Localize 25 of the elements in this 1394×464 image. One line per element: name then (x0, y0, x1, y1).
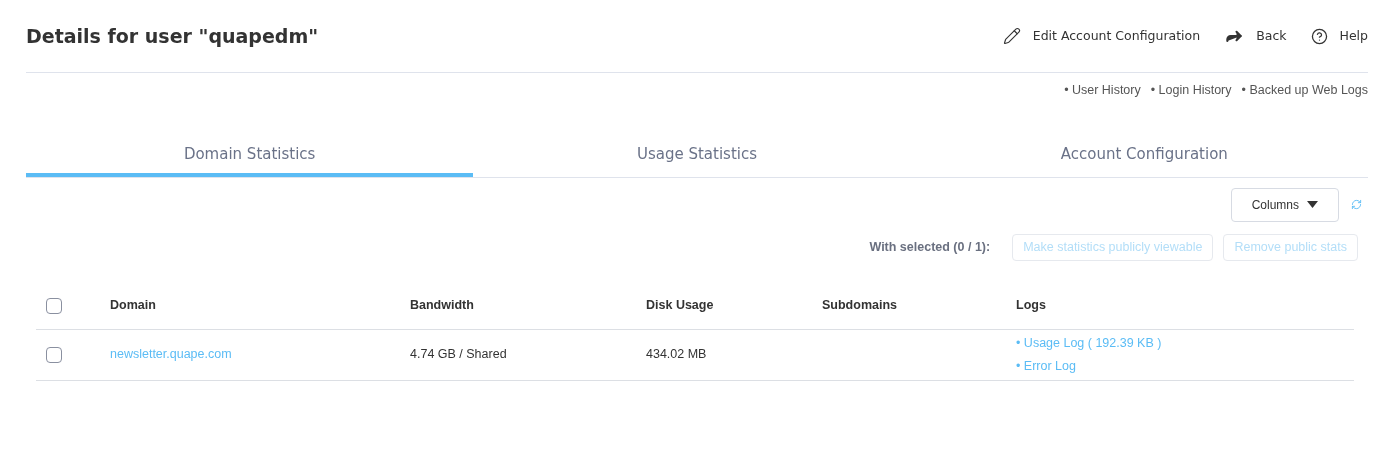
table-cell-text: 4.74 GB / Shared (410, 346, 507, 364)
column-header: Disk Usage (646, 297, 715, 315)
action-link[interactable]: Edit Account Configuration (1002, 26, 1201, 46)
column-header: Subdomains (822, 297, 898, 315)
tab[interactable]: Usage Statistics (473, 134, 921, 177)
table-cell-text: 434.02 MB (646, 346, 707, 364)
history-link[interactable]: • User History (1064, 81, 1141, 100)
column-header: Domain (110, 297, 157, 315)
refresh-icon[interactable] (1351, 199, 1362, 211)
checkbox[interactable] (46, 346, 62, 363)
action-link[interactable]: Back (1224, 26, 1287, 46)
help-icon (1310, 27, 1328, 45)
caret-icon (1307, 201, 1318, 209)
action-link[interactable]: Help (1310, 26, 1368, 46)
page-title: Details for user "quapedm" (26, 23, 319, 49)
with-selected-label: With selected (0 / 1): (869, 238, 991, 256)
history-link[interactable]: • Login History (1150, 81, 1232, 100)
checkbox[interactable] (46, 297, 62, 314)
columns-button[interactable]: Columns (1230, 187, 1339, 222)
column-header: Logs (1016, 297, 1047, 315)
tab[interactable]: Account Configuration (920, 134, 1368, 177)
history-link[interactable]: • Backed up Web Logs (1241, 81, 1368, 100)
pencil-icon (1002, 27, 1021, 45)
column-header: Bandwidth (410, 297, 475, 315)
tab[interactable]: Domain Statistics (26, 134, 474, 177)
